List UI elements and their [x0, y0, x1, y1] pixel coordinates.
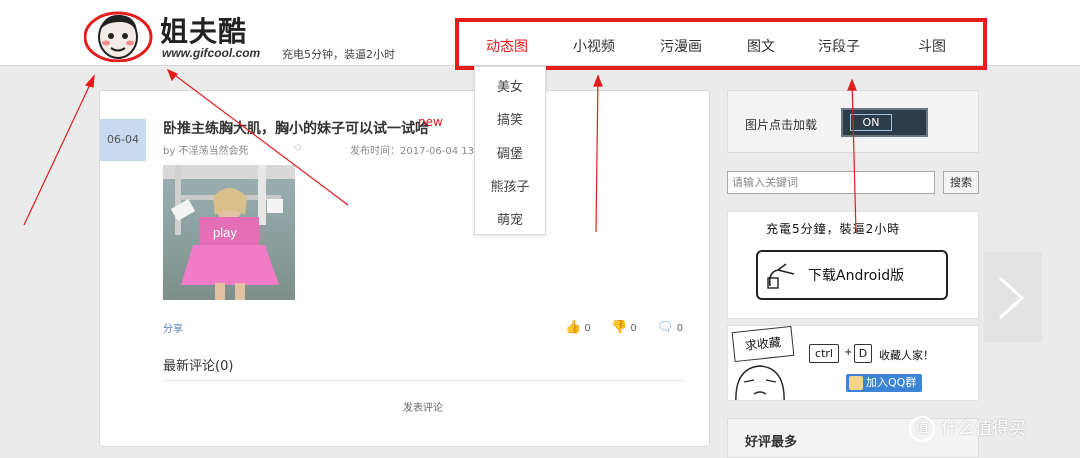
comment-button[interactable]: 🗨 0	[657, 320, 683, 335]
arrow-head	[593, 74, 603, 87]
search-button[interactable]: 搜索	[943, 171, 979, 194]
arrow-head	[84, 74, 95, 88]
arrow-head	[166, 68, 178, 82]
d-key: D	[854, 344, 872, 363]
image-load-label: 图片点击加载	[745, 118, 818, 132]
header-slogan: 充电5分钟，装逼2小时	[282, 48, 395, 61]
watermark-text: 什么值得买	[941, 419, 1026, 439]
post-card: 06-04 卧推主练胸大肌，胸小的妹子可以试一试哈 new by 不淫荡当然会死…	[99, 90, 710, 447]
dropdown-item-funny[interactable]: 搞笑	[475, 109, 545, 128]
nav-dropdown-menu: 美女 搞笑 碉堡 熊孩子 萌宠	[474, 66, 546, 235]
dislike-count: 0	[630, 323, 637, 334]
like-count: 0	[584, 323, 591, 334]
comments-heading: 最新评论(0)	[163, 359, 234, 374]
next-page-button[interactable]	[984, 252, 1042, 342]
image-load-toggle[interactable]: ON	[841, 108, 928, 137]
nav-item-short-video[interactable]: 小视频	[573, 36, 615, 56]
watermark-badge: 值	[909, 416, 935, 442]
post-gif-image[interactable]: play	[163, 165, 295, 300]
fav-text: 收藏人家！	[879, 349, 934, 362]
post-publish-time: 发布时间：2017-06-04 13:	[350, 146, 478, 157]
app-slogan: 充電5分鐘，裝逼2小時	[766, 222, 901, 236]
dislike-button[interactable]: 👎 0	[611, 320, 637, 335]
new-badge: new	[418, 115, 443, 129]
image-load-panel: 图片点击加载 ON	[727, 90, 979, 153]
like-button[interactable]: 👍 0	[565, 320, 591, 335]
dropdown-item-naughty-kids[interactable]: 熊孩子	[475, 176, 545, 195]
download-android-button[interactable]: 下载Android版	[756, 250, 948, 300]
post-title[interactable]: 卧推主练胸大肌，胸小的妹子可以试一试哈	[163, 118, 429, 138]
date-badge: 06-04	[100, 119, 146, 161]
join-qq-group-button[interactable]: 加入QQ群	[846, 374, 922, 392]
download-android-label: 下载Android版	[808, 268, 905, 284]
best-rated-heading: 好评最多	[745, 435, 798, 450]
dropdown-item-awesome[interactable]: 碉堡	[475, 143, 545, 162]
download-hand-icon	[767, 263, 795, 289]
nav-item-image-text[interactable]: 图文	[747, 36, 775, 56]
thumbs-up-icon: 👍	[565, 320, 582, 335]
arrow-to-logo-left	[23, 75, 95, 226]
nav-item-meme-battle[interactable]: 斗图	[918, 36, 946, 56]
thumbs-down-icon: 👎	[611, 320, 628, 335]
search-input[interactable]: 请输入关键词	[727, 171, 935, 194]
join-qq-group-label: 加入QQ群	[866, 376, 917, 389]
arrow-head	[847, 78, 857, 91]
favorite-banner: 求收藏 ctrl + D 收藏人家！ 加入QQ群	[727, 325, 979, 401]
android-app-banner[interactable]: 充電5分鐘，裝逼2小時 下载Android版	[727, 211, 979, 319]
comment-icon: 🗨	[657, 320, 674, 335]
nav-item-gif[interactable]: 动态图	[486, 36, 528, 56]
play-label[interactable]: play	[213, 225, 237, 240]
tag-icon: ◇	[294, 142, 302, 153]
logo-face-icon[interactable]	[84, 10, 156, 62]
comment-count: 0	[676, 323, 684, 334]
plus-sign: +	[844, 347, 853, 358]
share-link[interactable]: 分享	[163, 320, 183, 335]
post-author[interactable]: by 不淫荡当然会死	[163, 142, 248, 157]
ctrl-key: ctrl	[809, 344, 839, 363]
qq-group-icon	[849, 376, 863, 390]
watermark: 值什么值得买	[909, 414, 1026, 442]
divider	[163, 380, 684, 381]
dropdown-item-pets[interactable]: 萌宠	[475, 209, 545, 228]
main-nav: 动态图 小视频 污漫画 图文 污段子 斗图	[455, 18, 987, 70]
dropdown-item-beauty[interactable]: 美女	[475, 76, 545, 95]
cartoon-face-icon	[735, 365, 785, 400]
toggle-state: ON	[850, 114, 892, 131]
logo-text[interactable]: 姐夫酷	[160, 10, 247, 50]
logo-url: www.gifcool.com	[162, 46, 261, 60]
nav-item-comics[interactable]: 污漫画	[660, 36, 702, 56]
chevron-right-icon	[998, 276, 1025, 320]
post-comment-link[interactable]: 发表评论	[403, 399, 443, 414]
nav-item-jokes[interactable]: 污段子	[818, 36, 860, 56]
